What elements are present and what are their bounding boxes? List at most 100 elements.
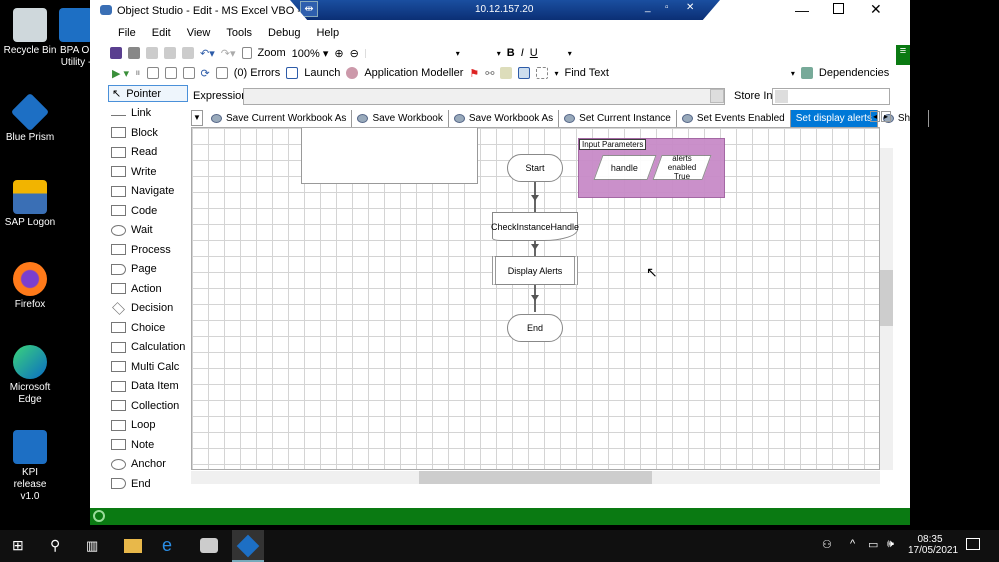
tab-set-display-alerts[interactable]: Set display alerts bbox=[790, 110, 878, 127]
tab-save-workbook-as[interactable]: Save Workbook As bbox=[449, 110, 560, 127]
horizontal-scrollbar[interactable] bbox=[191, 471, 880, 484]
zoom-select[interactable]: 100% ▾ bbox=[292, 47, 329, 60]
start-icon[interactable]: ⊞ bbox=[12, 537, 24, 554]
reset-icon[interactable]: ⟳ bbox=[201, 67, 210, 80]
check-instance-handle-stage[interactable]: CheckInstanceHandle bbox=[491, 212, 579, 241]
palette-loop[interactable]: Loop bbox=[108, 417, 188, 434]
network-icon[interactable]: ▭ bbox=[868, 538, 878, 551]
palette-note[interactable]: Note bbox=[108, 436, 188, 453]
rdp-restore-icon[interactable]: ▫ bbox=[665, 2, 669, 13]
run-icon[interactable]: ▶ ▾ bbox=[112, 67, 129, 80]
print-icon[interactable] bbox=[128, 47, 140, 59]
bold-button[interactable]: B bbox=[507, 47, 515, 59]
close-button[interactable]: ✕ bbox=[870, 1, 882, 18]
palette-process[interactable]: Process bbox=[108, 241, 188, 258]
redo-icon[interactable]: ↷▾ bbox=[221, 47, 236, 60]
search-icon[interactable]: ⚲ bbox=[50, 537, 60, 554]
launch-button[interactable]: Launch bbox=[304, 67, 340, 79]
vertical-scroll-thumb[interactable] bbox=[880, 270, 893, 326]
font-select[interactable]: ▾ bbox=[364, 48, 460, 58]
rdp-minimize-icon[interactable]: _ bbox=[645, 2, 651, 13]
internet-explorer-icon[interactable]: e bbox=[162, 535, 172, 556]
start-stage[interactable]: Start bbox=[507, 154, 563, 182]
palette-read[interactable]: Read bbox=[108, 144, 188, 161]
desktop-icon-blue-prism[interactable]: Blue Prism bbox=[0, 92, 60, 144]
validate-icon[interactable] bbox=[500, 67, 513, 79]
palette-block[interactable]: Block bbox=[108, 124, 188, 141]
input-parameters-stage[interactable]: Input Parameters handle alerts enabled T… bbox=[578, 138, 725, 198]
palette-wait[interactable]: Wait bbox=[108, 222, 188, 239]
task-view-icon[interactable]: ▥ bbox=[86, 538, 98, 554]
save-icon[interactable] bbox=[110, 47, 122, 59]
desktop-icon-sap-logon[interactable]: SAP Logon bbox=[0, 180, 60, 229]
palette-calculation[interactable]: Calculation bbox=[108, 339, 188, 356]
notifications-icon[interactable] bbox=[966, 538, 980, 550]
desktop-icon-kpi-release[interactable]: KPI release v1.0 bbox=[0, 430, 60, 503]
menu-view[interactable]: View bbox=[187, 27, 211, 39]
pin-icon[interactable]: ⇹ bbox=[300, 1, 318, 17]
store-in-input[interactable] bbox=[772, 88, 890, 105]
palette-collection[interactable]: Collection bbox=[108, 397, 188, 414]
palette-data-item[interactable]: Data Item bbox=[108, 378, 188, 395]
remote-desktop-icon[interactable] bbox=[200, 538, 218, 553]
tab-save-current-workbook-as[interactable]: Save Current Workbook As bbox=[206, 110, 353, 127]
palette-decision[interactable]: Decision bbox=[108, 300, 188, 317]
desktop-icon-edge[interactable]: Microsoft Edge bbox=[0, 345, 60, 406]
blue-prism-taskbar-icon[interactable] bbox=[232, 530, 264, 562]
volume-icon[interactable]: 🕪 bbox=[887, 538, 894, 551]
palette-code[interactable]: Code bbox=[108, 202, 188, 219]
param-alerts-enabled[interactable]: alerts enabled True bbox=[652, 154, 712, 181]
expression-input[interactable] bbox=[243, 88, 725, 105]
menu-tools[interactable]: Tools bbox=[226, 27, 252, 39]
tab-save-workbook[interactable]: Save Workbook bbox=[352, 110, 449, 127]
font-color-select[interactable]: ▾ bbox=[544, 49, 572, 58]
grid-icon[interactable] bbox=[518, 67, 531, 79]
palette-write[interactable]: Write bbox=[108, 163, 188, 180]
palette-multi-calc[interactable]: Multi Calc bbox=[108, 358, 188, 375]
block-stage[interactable] bbox=[301, 128, 478, 184]
undo-icon[interactable]: ↶▾ bbox=[200, 47, 215, 60]
zoom-in-icon[interactable]: ⊕ bbox=[334, 47, 343, 60]
application-modeller-button[interactable]: Application Modeller bbox=[364, 67, 463, 79]
palette-action[interactable]: Action bbox=[108, 280, 188, 297]
palette-choice[interactable]: Choice bbox=[108, 319, 188, 336]
show-hidden-icons[interactable]: ^ bbox=[850, 538, 855, 550]
param-handle[interactable]: handle bbox=[593, 155, 657, 180]
maximize-button[interactable] bbox=[833, 3, 844, 14]
palette-anchor[interactable]: Anchor bbox=[108, 456, 188, 473]
step-out-icon[interactable] bbox=[182, 67, 195, 79]
step-icon[interactable] bbox=[146, 67, 159, 79]
errors-button[interactable]: (0) Errors bbox=[234, 67, 280, 79]
minimize-button[interactable]: — bbox=[795, 2, 809, 18]
file-explorer-icon[interactable] bbox=[124, 539, 142, 553]
font-size-select[interactable]: ▾ bbox=[466, 49, 501, 58]
desktop-icon-recycle-bin[interactable]: Recycle Bin bbox=[0, 8, 60, 57]
flag-icon[interactable]: ⚑ bbox=[469, 67, 479, 80]
rdp-close-icon[interactable]: ✕ bbox=[686, 2, 694, 13]
menu-icon[interactable]: ≡ bbox=[896, 45, 910, 65]
paste-icon[interactable] bbox=[182, 47, 194, 59]
tab-set-events-enabled[interactable]: Set Events Enabled bbox=[677, 110, 791, 127]
clock[interactable]: 08:35 17/05/2021 bbox=[908, 534, 958, 556]
palette-pointer[interactable]: ↖ Pointer bbox=[108, 85, 188, 102]
menu-help[interactable]: Help bbox=[316, 27, 339, 39]
end-stage[interactable]: End bbox=[507, 314, 563, 342]
menu-edit[interactable]: Edit bbox=[152, 27, 171, 39]
find-text-input[interactable]: ▾ bbox=[615, 69, 795, 78]
expression-editor-icon[interactable] bbox=[710, 89, 724, 103]
underline-button[interactable]: U bbox=[530, 47, 538, 59]
cut-icon[interactable] bbox=[146, 47, 158, 59]
people-icon[interactable]: ⚇ bbox=[822, 538, 832, 551]
diagram-canvas[interactable]: Input Parameters handle alerts enabled T… bbox=[191, 127, 880, 470]
step-over-icon[interactable] bbox=[164, 67, 177, 79]
tabs-dropdown[interactable]: ▼ bbox=[191, 110, 203, 126]
palette-link[interactable]: Link bbox=[108, 105, 188, 122]
vertical-scrollbar[interactable] bbox=[880, 148, 893, 470]
pause-icon[interactable]: ⏸ bbox=[135, 67, 141, 80]
palette-navigate[interactable]: Navigate bbox=[108, 183, 188, 200]
italic-button[interactable]: I bbox=[521, 47, 524, 59]
palette-end[interactable]: End bbox=[108, 475, 188, 492]
dependencies-button[interactable]: Dependencies bbox=[819, 67, 889, 79]
select-icon[interactable] bbox=[536, 67, 549, 79]
tab-scroll-right[interactable]: ▸ bbox=[881, 111, 892, 122]
